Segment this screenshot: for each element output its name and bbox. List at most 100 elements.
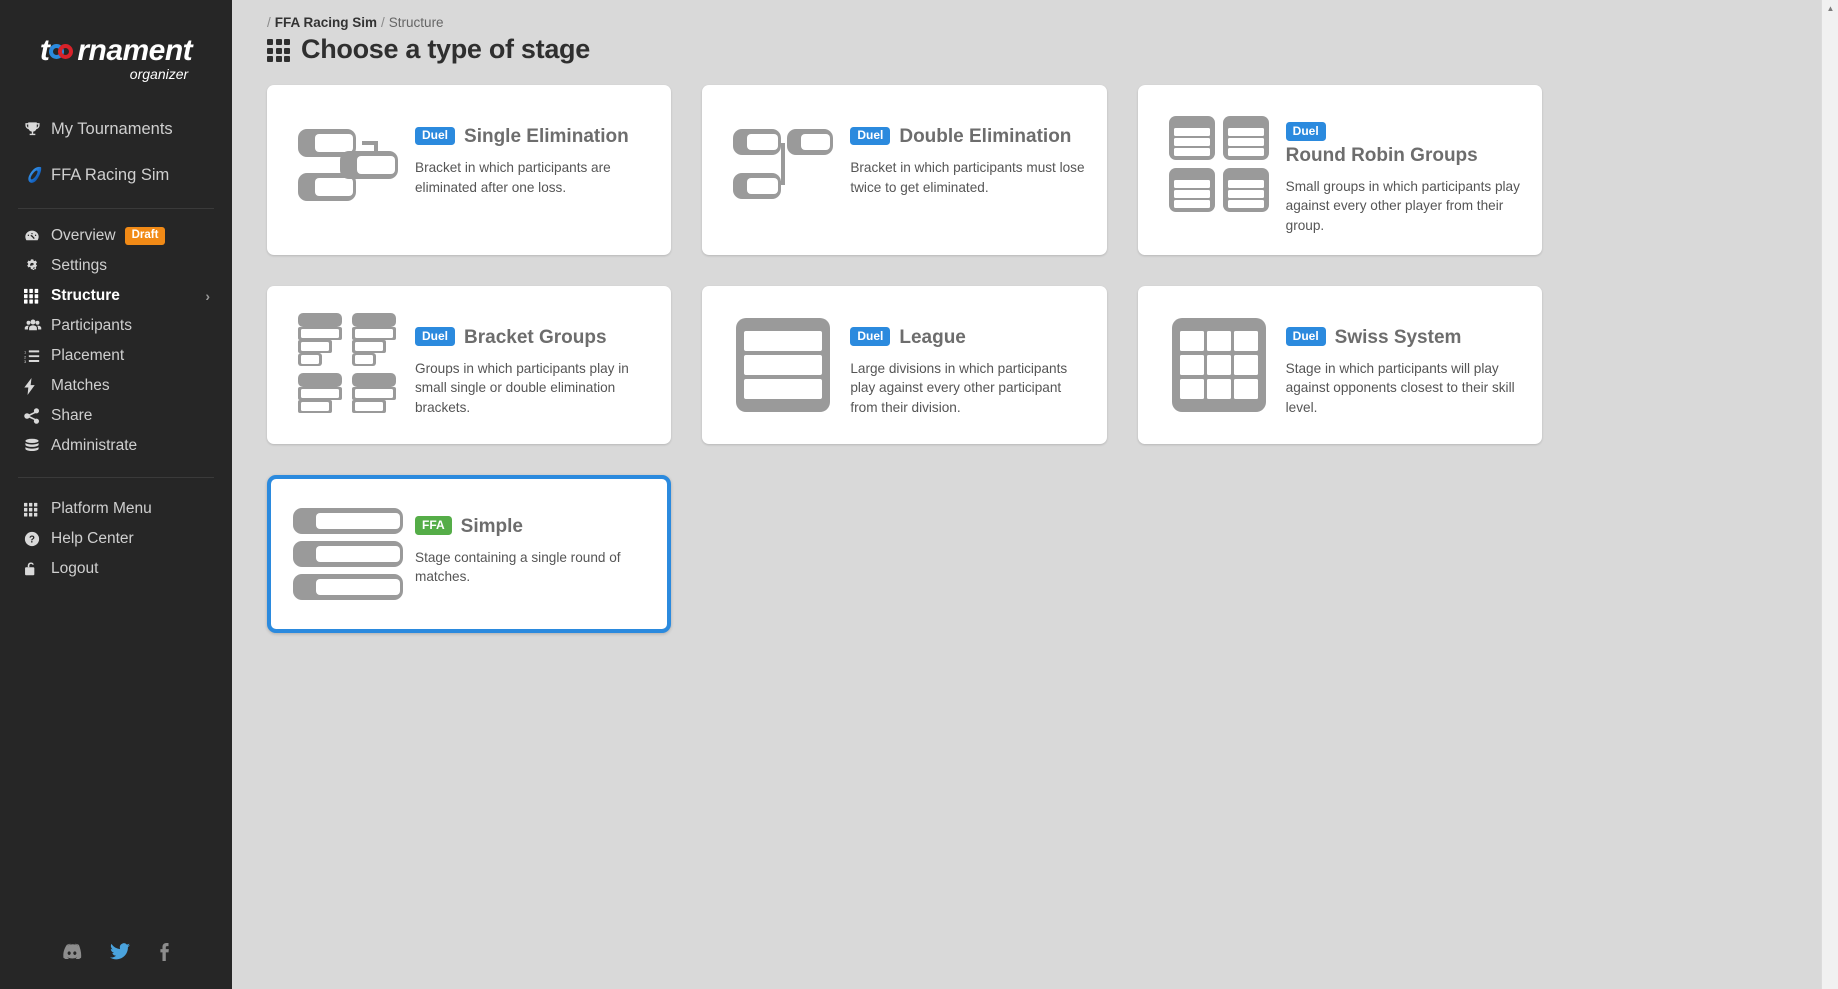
- main-content: / FFA Racing Sim / Structure Choose a ty…: [232, 0, 1838, 989]
- stage-card-title-row: Duel Bracket Groups: [415, 326, 651, 349]
- stage-card-title: Single Elimination: [464, 126, 629, 147]
- breadcrumb-tournament[interactable]: FFA Racing Sim: [275, 15, 377, 30]
- sidebar-top-nav: My Tournaments FFA Racing Sim: [0, 106, 232, 198]
- stage-card-title: League: [899, 326, 966, 348]
- sidebar-item-my-tournaments[interactable]: My Tournaments: [0, 106, 232, 152]
- stage-card-body: FFA Simple Stage containing a single rou…: [415, 495, 651, 587]
- sidebar-divider-2: [18, 477, 214, 478]
- stage-tag: Duel: [1285, 122, 1326, 141]
- twitter-icon[interactable]: [110, 943, 130, 961]
- facebook-icon[interactable]: [158, 943, 170, 961]
- stage-card-round-robin-groups[interactable]: Duel Round Robin Groups Small groups in …: [1137, 85, 1542, 255]
- sidebar-item-label: Overview: [51, 227, 116, 244]
- stage-card-title: Round Robin Groups: [1285, 144, 1478, 166]
- stage-card-simple[interactable]: FFA Simple Stage containing a single rou…: [267, 474, 672, 633]
- stage-card-body: Duel Double Elimination Bracket in which…: [850, 105, 1086, 197]
- page-title-text: Choose a type of stage: [301, 34, 590, 64]
- status-badge-draft: Draft: [124, 227, 166, 245]
- league-icon: [724, 306, 842, 424]
- breadcrumb: / FFA Racing Sim / Structure: [267, 15, 1798, 30]
- brand-logo[interactable]: t rnament organizer: [0, 0, 232, 106]
- stage-card-description: Large divisions in which participants pl…: [850, 361, 1068, 415]
- stage-tag: Duel: [850, 126, 891, 146]
- users-icon: [24, 319, 48, 334]
- question-circle-icon: ?: [24, 531, 48, 547]
- grid-icon: [24, 288, 48, 304]
- sidebar-item-ffa-racing-sim[interactable]: FFA Racing Sim: [0, 152, 232, 198]
- sidebar-item-administrate[interactable]: Administrate: [0, 431, 232, 461]
- logo-letter-t: t: [39, 33, 50, 67]
- stage-type-grid: Duel Single Elimination Bracket in which…: [267, 85, 1542, 633]
- single-elimination-bracket-icon: [289, 105, 407, 223]
- stage-card-title-row: Duel Round Robin Groups: [1285, 122, 1522, 167]
- social-links: [0, 943, 232, 961]
- stage-card-title: Bracket Groups: [464, 326, 607, 348]
- trophy-icon: [24, 121, 48, 138]
- stage-tag: Duel: [415, 126, 456, 146]
- stage-card-single-elimination[interactable]: Duel Single Elimination Bracket in which…: [267, 85, 672, 255]
- svg-text:?: ?: [29, 535, 35, 546]
- stage-card-body: Duel Round Robin Groups Small groups in …: [1285, 105, 1522, 235]
- logo-rings-icon: [49, 40, 77, 62]
- stage-card-double-elimination[interactable]: Duel Double Elimination Bracket in which…: [702, 85, 1107, 255]
- stage-card-body: Duel Single Elimination Bracket in which…: [415, 105, 651, 197]
- sidebar-item-label: FFA Racing Sim: [51, 165, 170, 184]
- sidebar-item-label: Help Center: [51, 530, 134, 547]
- discord-icon[interactable]: [62, 943, 82, 961]
- stage-card-title: Double Elimination: [899, 126, 1072, 147]
- logo-word-rest: rnament: [77, 33, 193, 67]
- ordered-list-icon: 1 2 3: [24, 349, 48, 364]
- sidebar-item-share[interactable]: Share: [0, 401, 232, 431]
- unlock-icon: [24, 561, 48, 577]
- breadcrumb-separator: /: [267, 15, 271, 30]
- stage-tag: Duel: [1285, 327, 1326, 347]
- bracket-groups-icon: [289, 306, 407, 424]
- sidebar-item-settings[interactable]: Settings: [0, 251, 232, 281]
- sidebar-item-label: Logout: [51, 560, 99, 577]
- sidebar-item-structure[interactable]: Structure ›: [0, 281, 232, 311]
- vertical-scrollbar[interactable]: ▲: [1821, 0, 1838, 989]
- share-icon: [24, 408, 48, 424]
- stage-card-description: Bracket in which participants are elimin…: [415, 160, 611, 195]
- sidebar-item-help-center[interactable]: ? Help Center: [0, 524, 232, 554]
- round-robin-groups-icon: [1160, 105, 1278, 223]
- racing-icon: [24, 165, 48, 185]
- sidebar-footer-nav: Platform Menu ? Help Center Logout: [0, 494, 232, 584]
- stage-card-swiss-system[interactable]: Duel Swiss System Stage in which partici…: [1137, 285, 1542, 444]
- stage-card-description: Bracket in which participants must lose …: [850, 160, 1085, 195]
- sidebar-item-logout[interactable]: Logout: [0, 554, 232, 584]
- chevron-right-icon: ›: [205, 288, 210, 304]
- structure-grid-icon: [267, 39, 290, 62]
- logo-wordmark: t rnament: [39, 33, 193, 67]
- sidebar-item-label: Matches: [51, 377, 110, 394]
- sidebar-item-placement[interactable]: 1 2 3 Placement: [0, 341, 232, 371]
- swiss-system-grid-icon: [1160, 306, 1278, 424]
- logo-ring-red: [58, 43, 74, 59]
- sidebar-item-participants[interactable]: Participants: [0, 311, 232, 341]
- apps-grid-icon: [24, 502, 48, 517]
- sidebar-item-platform-menu[interactable]: Platform Menu: [0, 494, 232, 524]
- stage-card-league[interactable]: Duel League Large divisions in which par…: [702, 285, 1107, 444]
- double-elimination-bracket-icon: [724, 105, 842, 223]
- breadcrumb-separator: /: [381, 15, 385, 30]
- stage-card-body: Duel Bracket Groups Groups in which part…: [415, 306, 651, 417]
- database-icon: [24, 438, 48, 454]
- sidebar-item-overview[interactable]: Overview Draft: [0, 221, 232, 251]
- stage-card-bracket-groups[interactable]: Duel Bracket Groups Groups in which part…: [267, 285, 672, 444]
- sidebar-item-label: Participants: [51, 317, 132, 334]
- stage-card-title-row: Duel League: [850, 326, 1086, 349]
- page-title: Choose a type of stage: [267, 34, 1798, 65]
- stage-card-body: Duel Swiss System Stage in which partici…: [1285, 306, 1522, 417]
- sidebar-item-label: Share: [51, 407, 93, 424]
- sidebar-item-label: Administrate: [51, 437, 138, 454]
- stage-tag: FFA: [415, 516, 452, 536]
- sidebar-item-label: My Tournaments: [51, 119, 173, 138]
- scroll-up-arrow-icon[interactable]: ▲: [1822, 0, 1838, 17]
- logo-subtitle: organizer: [129, 65, 189, 82]
- sidebar-item-label: Settings: [51, 257, 108, 274]
- app-root: t rnament organizer My Tournaments FFA R…: [0, 0, 1838, 989]
- breadcrumb-section[interactable]: Structure: [389, 15, 444, 30]
- simple-rounds-icon: [289, 495, 407, 613]
- stage-card-title: Swiss System: [1334, 326, 1462, 348]
- sidebar-item-matches[interactable]: Matches: [0, 371, 232, 401]
